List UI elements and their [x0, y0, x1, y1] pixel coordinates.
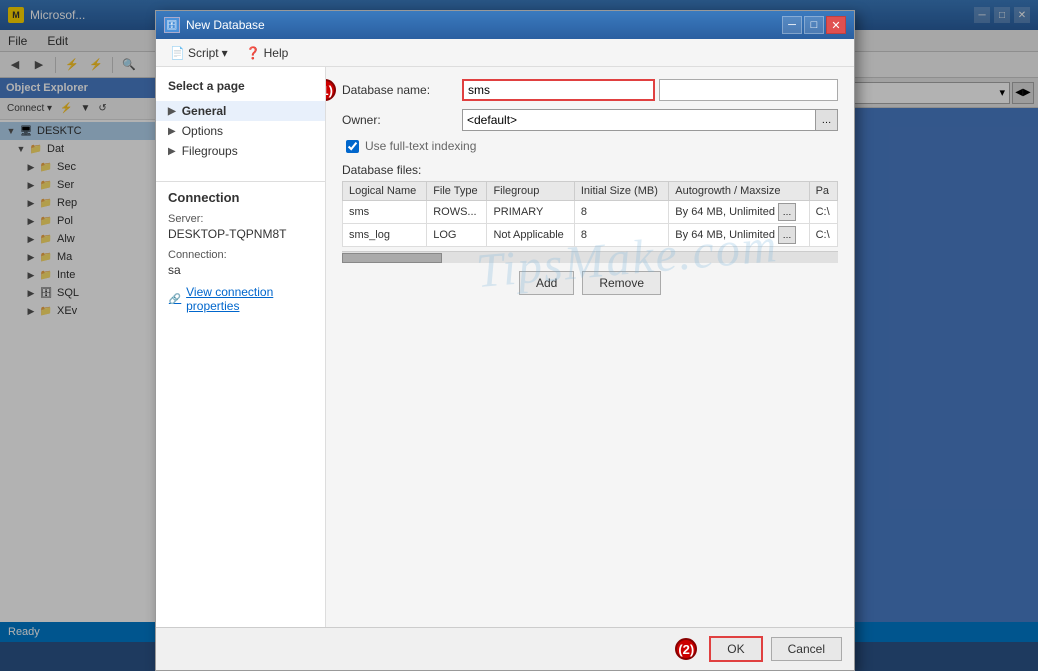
script-button[interactable]: 📄 Script ▾: [164, 44, 234, 62]
row1-autogrowth-btn[interactable]: …: [778, 203, 796, 221]
script-icon: 📄: [170, 46, 185, 60]
script-dropdown-icon: ▾: [222, 46, 228, 60]
files-table-body: sms ROWS... PRIMARY 8 By 64 MB, Unlimite…: [343, 201, 838, 247]
row2-initial-size: 8: [574, 224, 668, 247]
modal-maximize-button[interactable]: □: [804, 16, 824, 34]
sidebar-general-label: General: [182, 104, 227, 118]
horizontal-scrollbar[interactable]: [342, 251, 838, 263]
table-row[interactable]: sms ROWS... PRIMARY 8 By 64 MB, Unlimite…: [343, 201, 838, 224]
add-button[interactable]: Add: [519, 271, 574, 295]
owner-row: Owner: …: [342, 109, 838, 131]
modal-minimize-button[interactable]: ─: [782, 16, 802, 34]
sidebar-options-label: Options: [182, 124, 223, 138]
connection-header: Connection: [168, 190, 313, 205]
modal-title: New Database: [186, 18, 782, 32]
col-autogrowth: Autogrowth / Maxsize: [669, 182, 809, 201]
help-button[interactable]: ❓ Help: [240, 44, 295, 62]
database-files-section: Database files: Logical Name File Type F…: [342, 163, 838, 263]
modal-body: Select a page ▶ General ▶ Options ▶ File…: [156, 67, 854, 627]
scrollbar-thumb[interactable]: [342, 253, 442, 263]
db-name-input[interactable]: [462, 79, 655, 101]
fulltext-label: Use full-text indexing: [365, 139, 476, 153]
modal-toolbar: 📄 Script ▾ ❓ Help: [156, 39, 854, 67]
server-label: Server:: [168, 213, 313, 225]
view-connection-props-link[interactable]: 🔗 View connection properties: [168, 285, 313, 313]
row1-filegroup: PRIMARY: [487, 201, 574, 224]
modal-dialog-icon: 🗄: [164, 17, 180, 33]
col-file-type: File Type: [427, 182, 487, 201]
help-label: Help: [264, 46, 289, 60]
files-table: Logical Name File Type Filegroup Initial…: [342, 181, 838, 247]
server-value: DESKTOP-TQPNM8T: [168, 227, 313, 241]
col-logical-name: Logical Name: [343, 182, 427, 201]
row2-logical-name: sms_log: [343, 224, 427, 247]
arrow-icon-2: ▶: [168, 126, 176, 137]
modal-titlebar: 🗄 New Database ─ □ ✕: [156, 11, 854, 39]
arrow-icon-3: ▶: [168, 146, 176, 157]
row2-autogrowth: By 64 MB, Unlimited …: [669, 224, 809, 247]
cancel-button[interactable]: Cancel: [771, 637, 842, 661]
ok-button[interactable]: OK: [709, 636, 762, 662]
col-path: Pa: [809, 182, 837, 201]
modal-footer: (2) OK Cancel: [156, 627, 854, 670]
owner-input-group: …: [462, 109, 838, 131]
add-remove-buttons: Add Remove: [342, 271, 838, 295]
owner-input[interactable]: [462, 109, 816, 131]
view-connection-props-label: View connection properties: [186, 285, 313, 313]
row2-filegroup: Not Applicable: [487, 224, 574, 247]
modal-close-button[interactable]: ✕: [826, 16, 846, 34]
fulltext-checkbox[interactable]: [346, 140, 359, 153]
new-database-dialog: 🗄 New Database ─ □ ✕ 📄 Script ▾ ❓ Help: [155, 10, 855, 671]
sidebar-item-general[interactable]: ▶ General: [156, 101, 325, 121]
row2-file-type: LOG: [427, 224, 487, 247]
connection-section: Connection Server: DESKTOP-TQPNM8T Conne…: [156, 181, 325, 321]
row1-initial-size: 8: [574, 201, 668, 224]
callout-1: (1): [326, 79, 336, 101]
col-filegroup: Filegroup: [487, 182, 574, 201]
connection-link-icon: 🔗: [168, 291, 182, 307]
sidebar-item-options[interactable]: ▶ Options: [156, 121, 325, 141]
row1-path: C:\: [809, 201, 837, 224]
callout-2: (2): [675, 638, 697, 660]
connection-label: Connection:: [168, 249, 313, 261]
arrow-icon: ▶: [168, 106, 176, 117]
files-header-row: Logical Name File Type Filegroup Initial…: [343, 182, 838, 201]
row2-autogrowth-btn[interactable]: …: [778, 226, 796, 244]
owner-browse-button[interactable]: …: [816, 109, 838, 131]
script-label: Script: [188, 46, 219, 60]
files-label: Database files:: [342, 163, 838, 177]
db-name-row: Database name:: [342, 79, 838, 101]
modal-overlay: 🗄 New Database ─ □ ✕ 📄 Script ▾ ❓ Help: [0, 0, 1038, 642]
modal-main-content: (1) Database name: Owner: …: [326, 67, 854, 627]
sidebar-filegroups-label: Filegroups: [182, 144, 238, 158]
select-page-header: Select a page: [156, 75, 325, 101]
row1-logical-name: sms: [343, 201, 427, 224]
table-row[interactable]: sms_log LOG Not Applicable 8 By 64 MB, U…: [343, 224, 838, 247]
help-icon: ❓: [246, 46, 261, 60]
remove-button[interactable]: Remove: [582, 271, 661, 295]
modal-controls: ─ □ ✕: [782, 16, 846, 34]
modal-sidebar: Select a page ▶ General ▶ Options ▶ File…: [156, 67, 326, 627]
row2-path: C:\: [809, 224, 837, 247]
files-table-header: Logical Name File Type Filegroup Initial…: [343, 182, 838, 201]
sidebar-item-filegroups[interactable]: ▶ Filegroups: [156, 141, 325, 161]
db-name-label: Database name:: [342, 83, 462, 97]
owner-label: Owner:: [342, 113, 462, 127]
fulltext-row: Use full-text indexing: [342, 139, 838, 153]
row1-file-type: ROWS...: [427, 201, 487, 224]
col-initial-size: Initial Size (MB): [574, 182, 668, 201]
row1-autogrowth: By 64 MB, Unlimited …: [669, 201, 809, 224]
db-name-extra-input[interactable]: [659, 79, 838, 101]
connection-value: sa: [168, 263, 313, 277]
files-table-scroll[interactable]: Logical Name File Type Filegroup Initial…: [342, 181, 838, 263]
